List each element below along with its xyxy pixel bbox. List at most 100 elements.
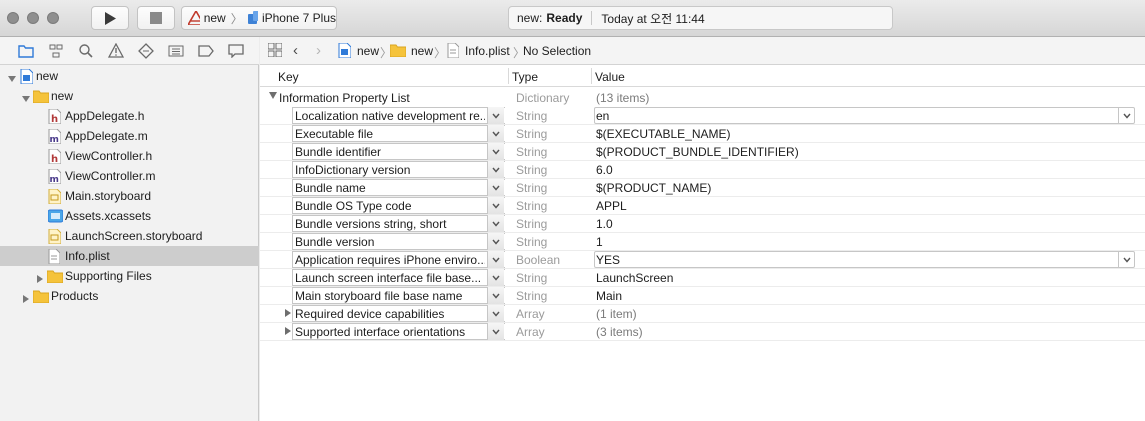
breadcrumb-file[interactable]: Info.plist (465, 44, 510, 58)
value-label[interactable]: en (596, 109, 609, 123)
breakpoint-icon[interactable] (198, 43, 214, 59)
type-label[interactable]: String (516, 289, 547, 303)
disclosure-closed-icon[interactable] (22, 292, 30, 303)
plist-row[interactable]: Bundle identifier String $(PRODUCT_BUNDLE_… (260, 142, 1145, 160)
breadcrumb-selection[interactable]: No Selection (523, 44, 591, 58)
type-label[interactable]: String (516, 145, 547, 159)
related-items-icon[interactable] (267, 42, 283, 60)
type-label[interactable]: String (516, 217, 547, 231)
disclosure-closed-icon[interactable] (36, 272, 44, 283)
key-dropdown-button[interactable] (487, 215, 504, 232)
plist-row[interactable]: Bundle versions string, short String 1.0 (260, 214, 1145, 232)
value-label[interactable]: (1 item) (596, 307, 637, 321)
navigator-item[interactable]: Supporting Files (0, 266, 259, 286)
plist-row[interactable]: Required device capabilities Array (1 item… (260, 304, 1145, 322)
navigator-item[interactable]: new (0, 86, 259, 106)
plist-row[interactable]: Bundle OS Type code String APPL (260, 196, 1145, 214)
navigator-item[interactable]: m ViewController.m (0, 166, 259, 186)
plist-row[interactable]: Bundle name String $(PRODUCT_NAME) (260, 178, 1145, 196)
value-label[interactable]: $(PRODUCT_BUNDLE_IDENTIFIER) (596, 145, 799, 159)
warning-icon[interactable] (108, 43, 124, 59)
navigator-item[interactable]: Info.plist (0, 246, 259, 266)
type-column-header[interactable]: Type (512, 70, 538, 84)
stop-button[interactable] (137, 6, 175, 30)
plist-row[interactable]: Launch screen interface file base... Stri… (260, 268, 1145, 286)
value-label[interactable]: 1.0 (596, 217, 613, 231)
report-icon[interactable] (228, 43, 244, 59)
key-column-header[interactable]: Key (278, 70, 299, 84)
disclosure-closed-icon[interactable] (285, 327, 291, 335)
key-dropdown-button[interactable] (487, 233, 504, 250)
plist-row[interactable]: Executable file String $(EXECUTABLE_NAME) (260, 124, 1145, 142)
value-label[interactable]: APPL (596, 199, 627, 213)
type-label[interactable]: String (516, 127, 547, 141)
minimize-window-button[interactable] (27, 12, 39, 24)
type-label[interactable]: String (516, 199, 547, 213)
value-label[interactable]: $(PRODUCT_NAME) (596, 181, 711, 195)
navigator-item[interactable]: Main.storyboard (0, 186, 259, 206)
plist-row[interactable]: Application requires iPhone enviro... Boo… (260, 250, 1145, 268)
value-label[interactable]: (3 items) (596, 325, 643, 339)
plist-row[interactable]: Main storyboard file base name String Main (260, 286, 1145, 304)
navigator-item[interactable]: h AppDelegate.h (0, 106, 259, 126)
folder-icon[interactable] (18, 43, 34, 59)
disclosure-closed-icon[interactable] (285, 309, 291, 317)
type-label[interactable]: String (516, 235, 547, 249)
type-label[interactable]: String (516, 163, 547, 177)
type-label[interactable]: String (516, 181, 547, 195)
navigator-item[interactable]: LaunchScreen.storyboard (0, 226, 259, 246)
key-dropdown-button[interactable] (487, 251, 504, 268)
key-dropdown-button[interactable] (487, 269, 504, 286)
key-dropdown-button[interactable] (487, 287, 504, 304)
navigator-item[interactable]: Products (0, 286, 259, 306)
close-window-button[interactable] (7, 12, 19, 24)
plist-root-row[interactable]: Information Property List Dictionary (13… (260, 88, 1145, 106)
plist-row[interactable]: Localization native development re... Str… (260, 106, 1145, 124)
navigator-item[interactable]: new (0, 66, 259, 86)
chevron-down-icon[interactable] (1118, 108, 1134, 123)
type-label[interactable]: Array (516, 325, 545, 339)
disclosure-open-icon[interactable] (8, 72, 16, 82)
plist-row[interactable]: InfoDictionary version String 6.0 (260, 160, 1145, 178)
plist-row[interactable]: Supported interface orientations Array (3 … (260, 322, 1145, 340)
breadcrumb-project[interactable]: new (357, 44, 379, 58)
type-label[interactable]: String (516, 271, 547, 285)
back-arrow-icon[interactable]: ‹ (293, 42, 298, 59)
type-label[interactable]: Boolean (516, 253, 560, 267)
navigator-item[interactable]: h ViewController.h (0, 146, 259, 166)
run-button[interactable] (91, 6, 129, 30)
source-control-icon[interactable] (48, 43, 64, 59)
disclosure-open-icon[interactable] (269, 92, 277, 99)
key-dropdown-button[interactable] (487, 107, 504, 124)
scheme-selector[interactable]: new 〉 iPhone 7 Plus (181, 6, 337, 30)
navigator-item[interactable]: m AppDelegate.m (0, 126, 259, 146)
plist-row[interactable]: Bundle version String 1 (260, 232, 1145, 250)
value-popup[interactable] (594, 251, 1135, 268)
breadcrumb-group[interactable]: new (411, 44, 433, 58)
value-label[interactable]: 1 (596, 235, 603, 249)
value-column-header[interactable]: Value (595, 70, 625, 84)
disclosure-open-icon[interactable] (22, 92, 30, 102)
value-label[interactable]: LaunchScreen (596, 271, 673, 285)
value-label[interactable]: 6.0 (596, 163, 613, 177)
type-label[interactable]: String (516, 109, 547, 123)
key-dropdown-button[interactable] (487, 305, 504, 322)
key-dropdown-button[interactable] (487, 323, 504, 340)
type-label[interactable]: Array (516, 307, 545, 321)
forward-arrow-icon[interactable]: › (316, 42, 321, 59)
key-dropdown-button[interactable] (487, 143, 504, 160)
value-label[interactable]: Main (596, 289, 622, 303)
key-dropdown-button[interactable] (487, 125, 504, 142)
navigator-item[interactable]: Assets.xcassets (0, 206, 259, 226)
value-label[interactable]: YES (596, 253, 620, 267)
value-label[interactable]: $(EXECUTABLE_NAME) (596, 127, 730, 141)
debug-icon[interactable] (168, 43, 184, 59)
zoom-window-button[interactable] (47, 12, 59, 24)
key-dropdown-button[interactable] (487, 161, 504, 178)
test-icon[interactable] (138, 43, 154, 59)
key-dropdown-button[interactable] (487, 197, 504, 214)
chevron-down-icon[interactable] (1118, 252, 1134, 267)
search-icon[interactable] (78, 43, 94, 59)
key-dropdown-button[interactable] (487, 179, 504, 196)
value-popup[interactable] (594, 107, 1135, 124)
